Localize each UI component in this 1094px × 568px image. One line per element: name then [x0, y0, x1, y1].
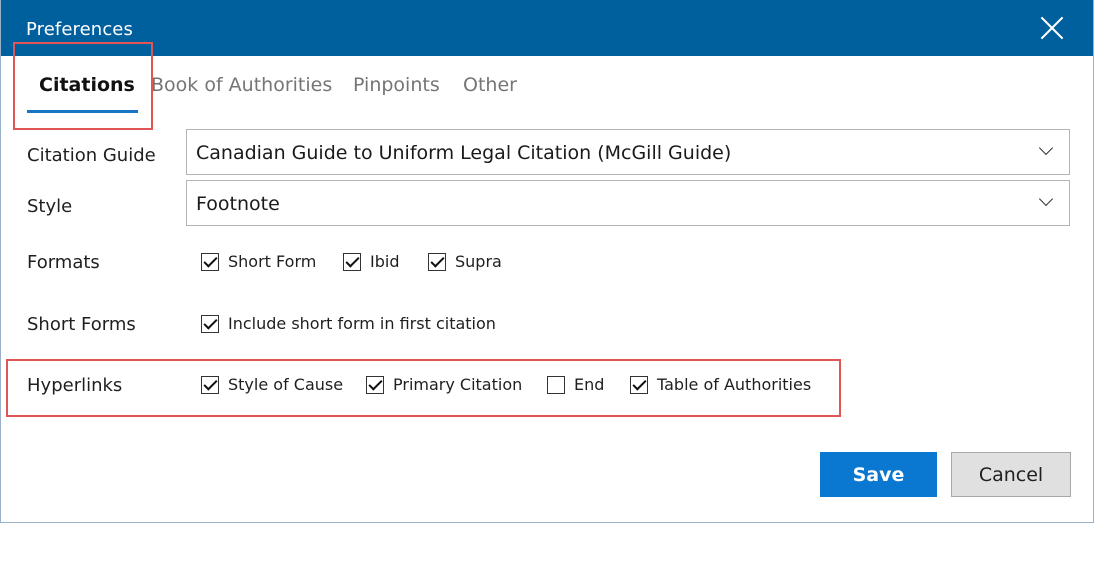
preferences-dialog: Preferences Citations Book of Authoritie… — [0, 0, 1094, 523]
chevron-down-icon — [1038, 191, 1054, 207]
checkbox-label: Primary Citation — [393, 375, 523, 394]
checkbox-checked-icon — [201, 252, 219, 271]
title-bar: Preferences — [1, 0, 1093, 56]
short-forms-label: Short Forms — [27, 314, 136, 335]
hyperlinks-label: Hyperlinks — [27, 375, 123, 396]
checkbox-include-short-form[interactable]: Include short form in first citation — [201, 314, 496, 333]
dialog-title: Preferences — [26, 19, 133, 40]
tab-citations[interactable]: Citations — [39, 74, 135, 96]
formats-label: Formats — [27, 252, 100, 273]
citation-guide-label: Citation Guide — [27, 145, 156, 166]
checkbox-checked-icon — [201, 375, 219, 394]
checkbox-short-form[interactable]: Short Form — [201, 252, 316, 271]
citation-guide-select[interactable]: Canadian Guide to Uniform Legal Citation… — [186, 129, 1070, 175]
checkbox-style-of-cause[interactable]: Style of Cause — [201, 375, 343, 394]
close-icon[interactable] — [1039, 15, 1065, 41]
checkbox-label: Style of Cause — [228, 375, 344, 394]
checkbox-checked-icon — [630, 375, 648, 394]
checkbox-checked-icon — [201, 314, 219, 333]
chevron-down-icon — [1038, 140, 1054, 156]
checkbox-label: Short Form — [228, 252, 317, 271]
checkbox-checked-icon — [366, 375, 384, 394]
active-tab-indicator — [27, 110, 138, 113]
citation-guide-value: Canadian Guide to Uniform Legal Citation… — [196, 142, 732, 164]
checkbox-label: Ibid — [370, 252, 400, 271]
tab-pinpoints[interactable]: Pinpoints — [353, 74, 440, 96]
checkbox-label: Supra — [455, 252, 502, 271]
cancel-button[interactable]: Cancel — [951, 452, 1071, 497]
checkbox-unchecked-icon — [547, 375, 565, 394]
tab-book-of-authorities[interactable]: Book of Authorities — [151, 74, 332, 96]
checkbox-label: Table of Authorities — [657, 375, 812, 394]
checkbox-end[interactable]: End — [547, 375, 604, 394]
checkbox-ibid[interactable]: Ibid — [343, 252, 399, 271]
save-button[interactable]: Save — [820, 452, 937, 497]
style-value: Footnote — [196, 193, 280, 215]
checkbox-supra[interactable]: Supra — [428, 252, 502, 271]
checkbox-checked-icon — [428, 252, 446, 271]
style-select[interactable]: Footnote — [186, 180, 1070, 226]
checkbox-table-of-authorities[interactable]: Table of Authorities — [630, 375, 811, 394]
tab-other[interactable]: Other — [463, 74, 517, 96]
checkbox-primary-citation[interactable]: Primary Citation — [366, 375, 522, 394]
checkbox-checked-icon — [343, 252, 361, 271]
style-label: Style — [27, 196, 73, 217]
checkbox-label: End — [574, 375, 605, 394]
checkbox-label: Include short form in first citation — [228, 314, 496, 333]
